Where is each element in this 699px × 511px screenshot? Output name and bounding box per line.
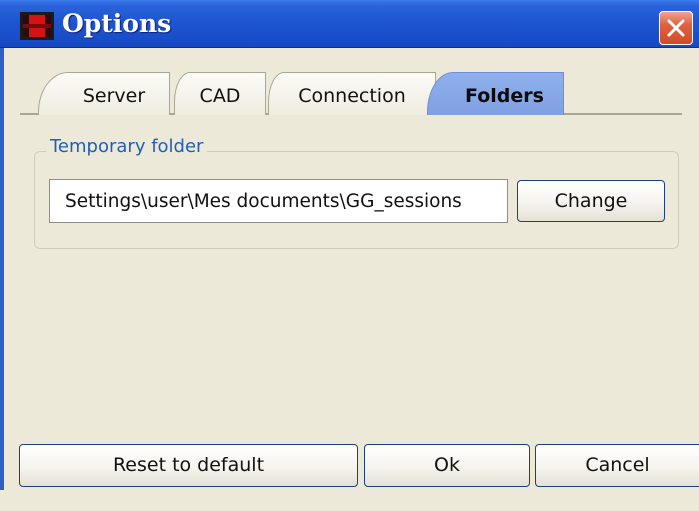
temporary-folder-label: Temporary folder: [46, 133, 208, 161]
dialog-bottom-edge: [0, 490, 699, 511]
app-icon: [20, 12, 54, 40]
temporary-folder-path-input[interactable]: [49, 179, 508, 223]
tab-folders[interactable]: Folders: [427, 72, 564, 117]
change-button[interactable]: Change: [517, 180, 665, 222]
cancel-button[interactable]: Cancel: [535, 444, 699, 487]
tab-server[interactable]: Server: [38, 72, 170, 115]
window-frame: [0, 47, 4, 511]
window-title: Options: [62, 9, 172, 38]
close-icon: [667, 19, 685, 37]
tab-connection[interactable]: Connection: [268, 72, 436, 115]
close-button[interactable]: [659, 11, 693, 45]
title-bar[interactable]: Options: [0, 0, 699, 48]
ok-button[interactable]: Ok: [364, 444, 530, 487]
tab-cad[interactable]: CAD: [174, 72, 266, 115]
reset-to-default-button[interactable]: Reset to default: [19, 444, 358, 487]
options-dialog: Options Server CAD Connection Folders Te…: [0, 0, 699, 511]
